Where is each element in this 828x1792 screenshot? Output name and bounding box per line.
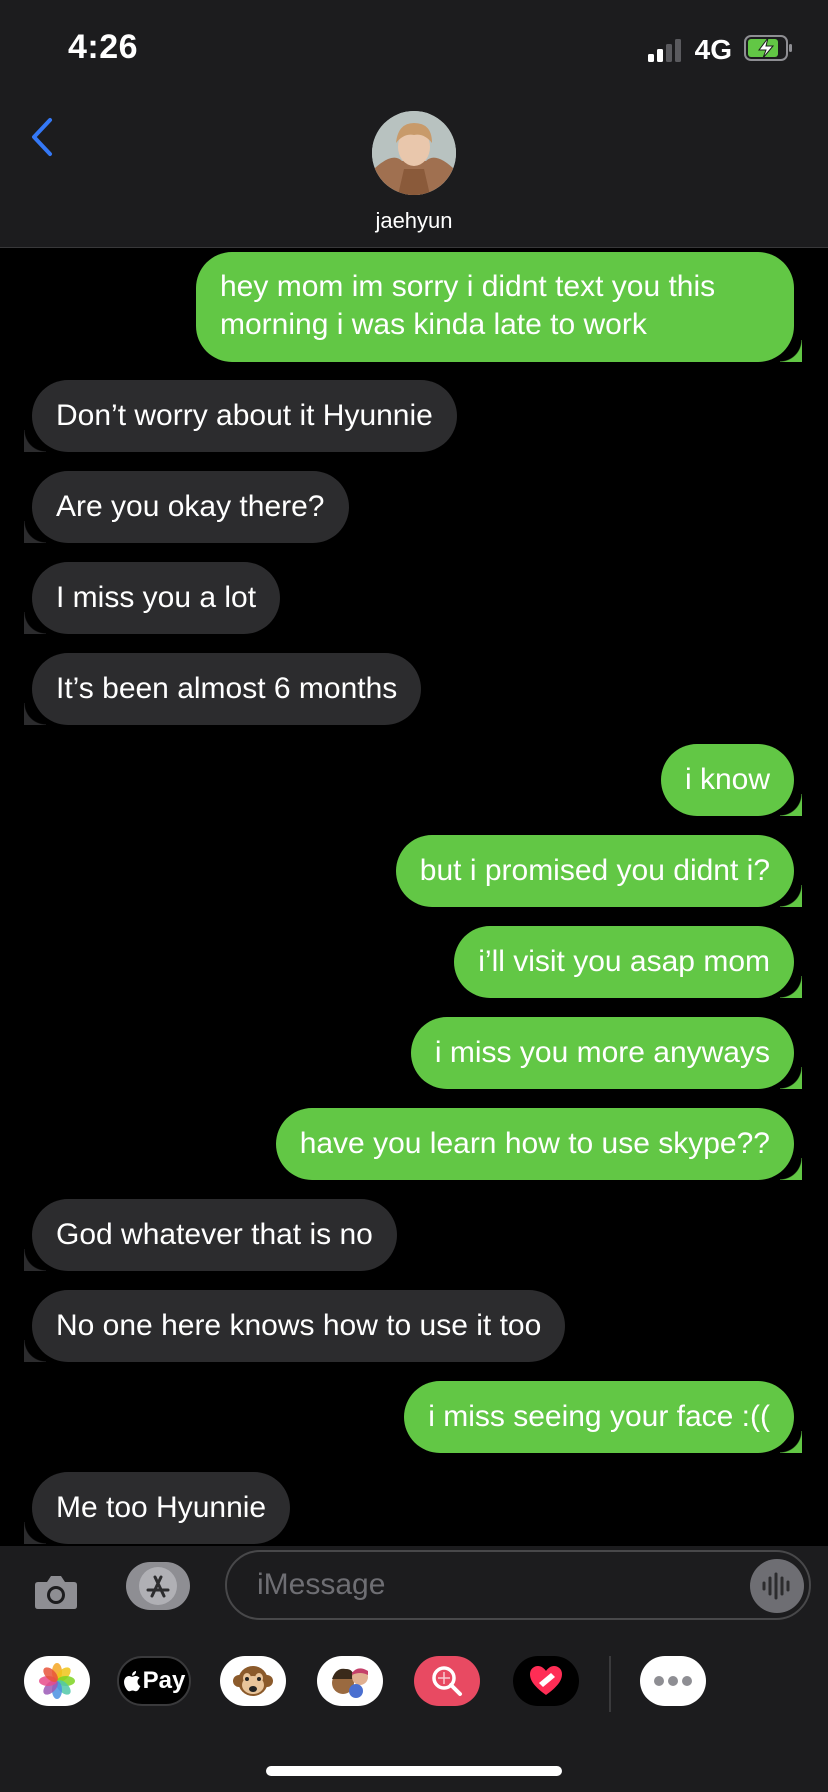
photos-icon [39, 1663, 75, 1699]
message-bubble-incoming[interactable]: Me too Hyunnie [23, 1472, 291, 1544]
back-button[interactable] [22, 112, 62, 162]
signal-icon [647, 38, 681, 62]
message-bubble-incoming[interactable]: Don’t worry about it Hyunnie [24, 380, 457, 452]
digital-touch-app-button[interactable] [513, 1656, 579, 1706]
image-search-icon [432, 1666, 462, 1696]
more-apps-button[interactable] [640, 1656, 706, 1706]
imessage-app-drawer: Pay [0, 1656, 828, 1716]
camera-button[interactable] [32, 1568, 80, 1616]
message-bubble-outgoing[interactable]: i know [660, 744, 803, 816]
message-bubble-outgoing[interactable]: i miss you more anyways [410, 1017, 803, 1089]
message-bubble-incoming[interactable]: I miss you a lot [23, 562, 281, 634]
audio-message-button[interactable] [750, 1559, 804, 1613]
message-bubble-incoming[interactable]: God whatever that is no [24, 1199, 397, 1271]
app-store-icon [139, 1567, 177, 1605]
app-store-button[interactable] [126, 1562, 190, 1610]
photos-app-button[interactable] [24, 1656, 90, 1706]
audio-waveform-icon [762, 1572, 790, 1600]
contact-name[interactable]: jaehyun [0, 208, 828, 234]
apple-logo-icon [123, 1671, 141, 1692]
network-type: 4G [694, 34, 732, 65]
message-input[interactable] [225, 1550, 811, 1620]
status-time: 4:26 [68, 28, 139, 66]
message-bubble-outgoing[interactable]: but i promised you didnt i? [395, 835, 803, 907]
message-bubble-outgoing[interactable]: i’ll visit you asap mom [454, 926, 802, 998]
chevron-left-icon [32, 118, 52, 156]
more-icon [654, 1676, 692, 1686]
message-bubble-incoming[interactable]: No one here knows how to use it too [23, 1290, 566, 1362]
status-indicators: 4G [647, 34, 794, 66]
message-bubble-incoming[interactable]: It’s been almost 6 months [23, 653, 422, 725]
monkey-emoji-icon [233, 1666, 273, 1696]
image-search-app-button[interactable] [414, 1656, 480, 1706]
memoji-app-button[interactable] [317, 1656, 383, 1706]
message-bubble-outgoing[interactable]: have you learn how to use skype?? [275, 1108, 803, 1180]
battery-charging-icon [744, 34, 794, 66]
heart-sticker-icon [530, 1666, 562, 1695]
message-bubble-outgoing[interactable]: hey mom im sorry i didnt text you this m… [196, 252, 802, 362]
contact-avatar[interactable] [372, 111, 456, 195]
conversation-header: 4:26 4G jaehyun [0, 0, 828, 248]
composer-bar: Pay [0, 1546, 828, 1792]
apple-pay-button[interactable]: Pay [117, 1656, 191, 1706]
home-indicator[interactable] [266, 1766, 562, 1776]
animoji-app-button[interactable] [220, 1656, 286, 1706]
apple-pay-label: Pay [142, 1667, 186, 1694]
camera-icon [35, 1576, 77, 1609]
message-bubble-outgoing[interactable]: i miss seeing your face :(( [404, 1381, 802, 1453]
memoji-icon [332, 1668, 368, 1698]
message-bubble-incoming[interactable]: Are you okay there? [24, 471, 349, 543]
app-drawer-divider [609, 1656, 611, 1712]
